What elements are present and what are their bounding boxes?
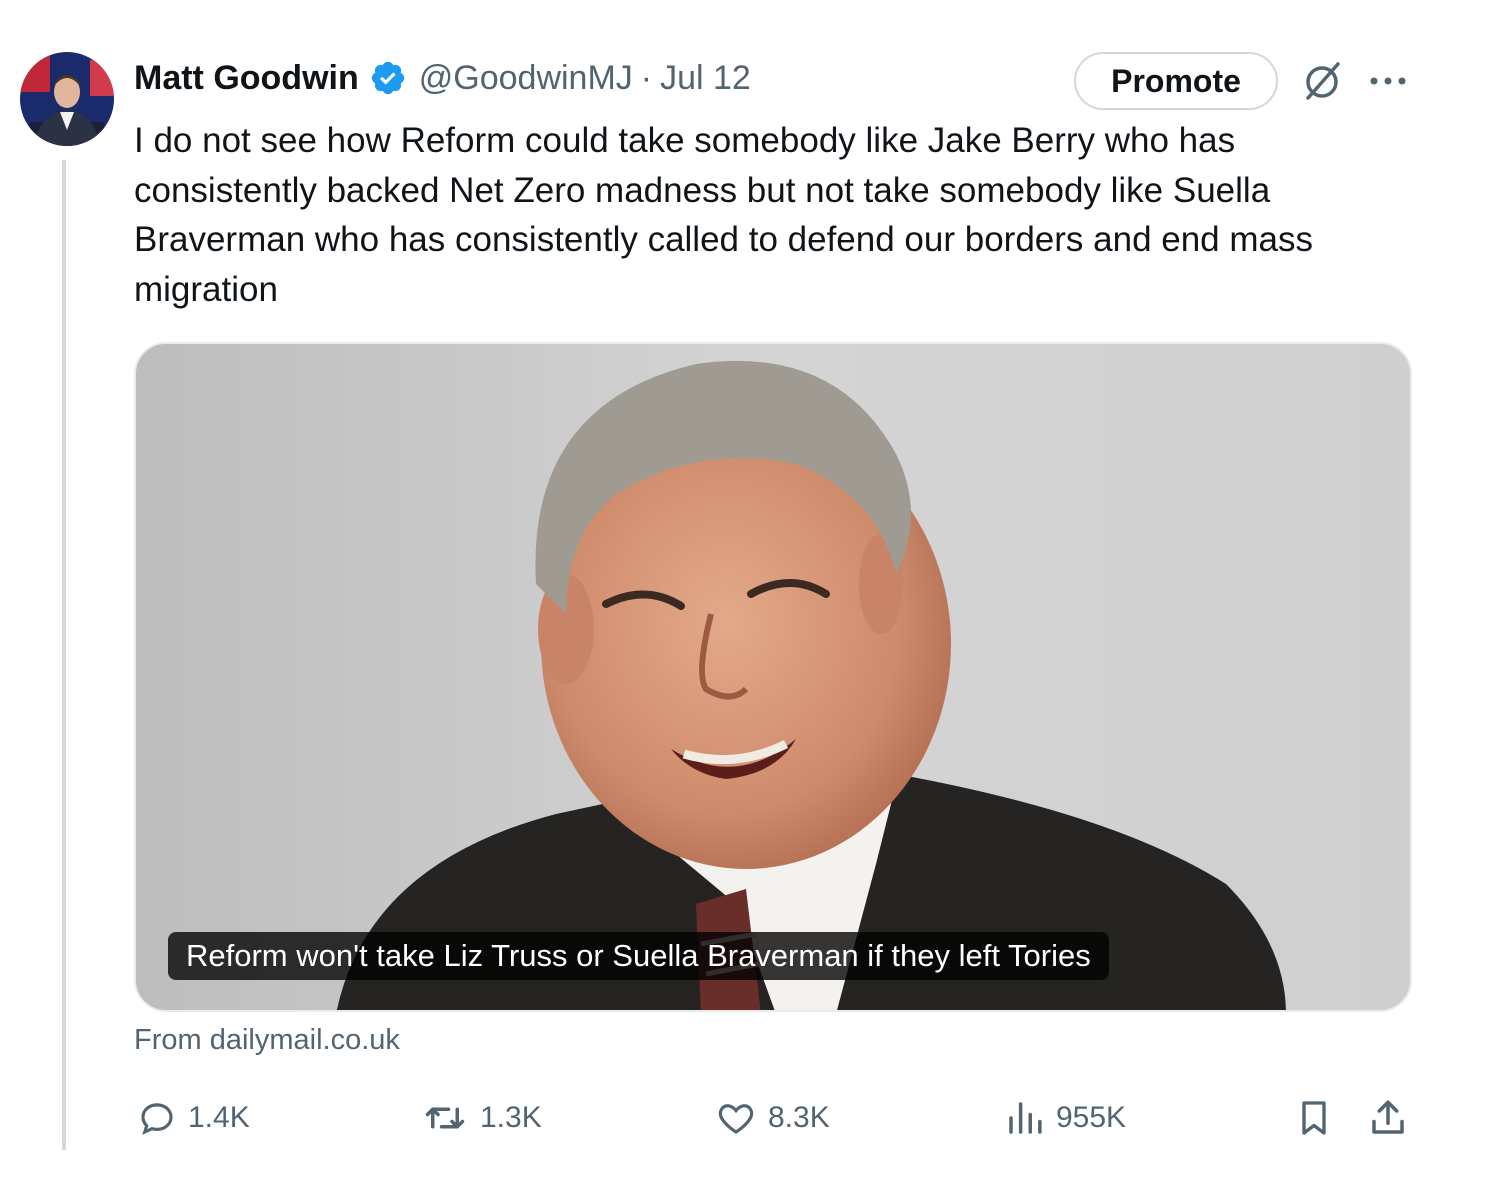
author-name[interactable]: Matt Goodwin (134, 59, 359, 98)
more-icon[interactable] (1366, 64, 1410, 98)
tweet[interactable]: Matt Goodwin @GoodwinMJ · Jul 12 Promote… (0, 0, 1494, 1188)
reply-icon (141, 1103, 173, 1135)
tweet-date[interactable]: Jul 12 (660, 59, 751, 98)
header-separator: · (640, 58, 653, 97)
link-card[interactable]: Reform won't take Liz Truss or Suella Br… (134, 342, 1412, 1012)
like-count: 8.3K (768, 1101, 830, 1134)
tweet-text: I do not see how Reform could take someb… (134, 121, 1313, 309)
share-icon (1372, 1100, 1404, 1134)
like-button[interactable]: 8.3K (714, 1094, 830, 1142)
card-title[interactable]: Reform won't take Liz Truss or Suella Br… (168, 932, 1109, 980)
promote-button[interactable]: Promote (1074, 52, 1278, 110)
bookmark-icon (1302, 1101, 1326, 1135)
thread-line (62, 160, 66, 1150)
views-button[interactable]: 955K (1004, 1094, 1126, 1142)
share-button[interactable] (1366, 1094, 1410, 1142)
repost-icon (425, 1107, 465, 1129)
bookmark-button[interactable] (1292, 1094, 1336, 1142)
reply-count: 1.4K (188, 1101, 250, 1134)
views-icon (1009, 1102, 1042, 1134)
reply-button[interactable]: 1.4K (136, 1094, 250, 1142)
verified-badge-icon (369, 59, 407, 97)
repost-button[interactable]: 1.3K (420, 1094, 542, 1142)
like-icon (718, 1104, 754, 1134)
avatar[interactable] (20, 52, 114, 146)
repost-count: 1.3K (480, 1101, 542, 1134)
views-count: 955K (1056, 1101, 1127, 1134)
card-source[interactable]: From dailymail.co.uk (134, 1024, 400, 1057)
tweet-header: Matt Goodwin @GoodwinMJ · Jul 12 (134, 52, 751, 104)
action-bar: 1.4K 1.3K 8.3K 955K (0, 1094, 1494, 1144)
grok-icon[interactable] (1300, 58, 1346, 104)
author-handle[interactable]: @GoodwinMJ (419, 59, 633, 98)
card-image (136, 344, 1410, 1010)
